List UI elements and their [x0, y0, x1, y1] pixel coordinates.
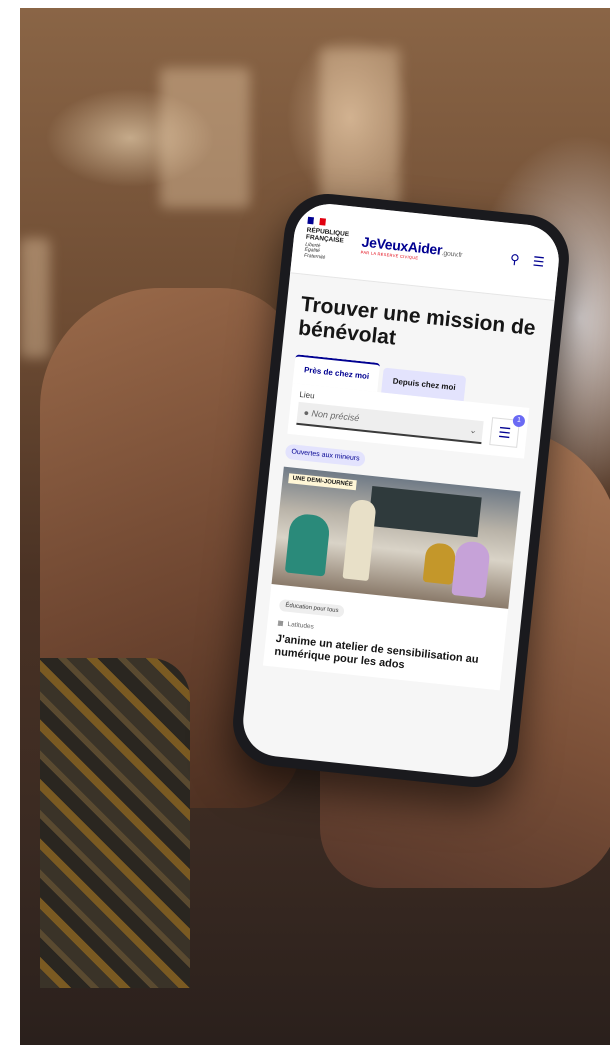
- location-pin-icon: ●: [303, 407, 310, 418]
- motto: Liberté Égalité Fraternité: [304, 241, 353, 263]
- building-icon: ▦: [277, 619, 284, 628]
- mission-image: UNE DEMI-JOURNÉE: [271, 466, 521, 609]
- window-light: [20, 238, 50, 358]
- mission-card[interactable]: UNE DEMI-JOURNÉE Éducation pour tous ▦ L…: [262, 466, 521, 691]
- chevron-down-icon: ⌄: [468, 424, 478, 436]
- search-icon[interactable]: ⚲: [506, 251, 524, 269]
- main-content: Trouver une mission de bénévolat Près de…: [249, 273, 555, 692]
- blackboard: [368, 485, 482, 538]
- window-light: [320, 48, 400, 208]
- location-value: Non précisé: [311, 408, 360, 424]
- plaid-sleeve: [40, 658, 190, 988]
- brand-logo[interactable]: JeVeuxAider.gouv.fr PAR LA RÉSERVE CIVIQ…: [361, 233, 500, 268]
- republique-francaise-logo[interactable]: RÉPUBLIQUE FRANÇAISE Liberté Égalité Fra…: [304, 216, 356, 264]
- smartphone: RÉPUBLIQUE FRANÇAISE Liberté Égalité Fra…: [228, 189, 574, 792]
- organization-name: Latitudes: [287, 620, 315, 631]
- flag-icon: [307, 216, 327, 226]
- student-figure: [422, 541, 457, 585]
- teacher-figure: [342, 498, 377, 582]
- background-photo: RÉPUBLIQUE FRANÇAISE Liberté Égalité Fra…: [20, 8, 610, 1045]
- window-light: [160, 68, 250, 208]
- chip-minors[interactable]: Ouvertes aux mineurs: [284, 443, 367, 468]
- student-figure: [284, 512, 331, 577]
- duration-badge: UNE DEMI-JOURNÉE: [288, 473, 358, 491]
- filters-button[interactable]: ☰ 1: [489, 414, 526, 448]
- brand-suffix: .gouv.fr: [441, 249, 463, 259]
- phone-screen: RÉPUBLIQUE FRANÇAISE Liberté Égalité Fra…: [239, 200, 563, 781]
- menu-icon[interactable]: ☰: [530, 253, 548, 271]
- page-title: Trouver une mission de bénévolat: [297, 292, 537, 350]
- location-value-row: ● Non précisé: [303, 407, 360, 424]
- filter-count-badge: 1: [512, 414, 526, 428]
- sliders-icon: ☰: [497, 423, 512, 442]
- domain-tag: Éducation pour tous: [278, 598, 346, 618]
- student-figure: [451, 540, 491, 599]
